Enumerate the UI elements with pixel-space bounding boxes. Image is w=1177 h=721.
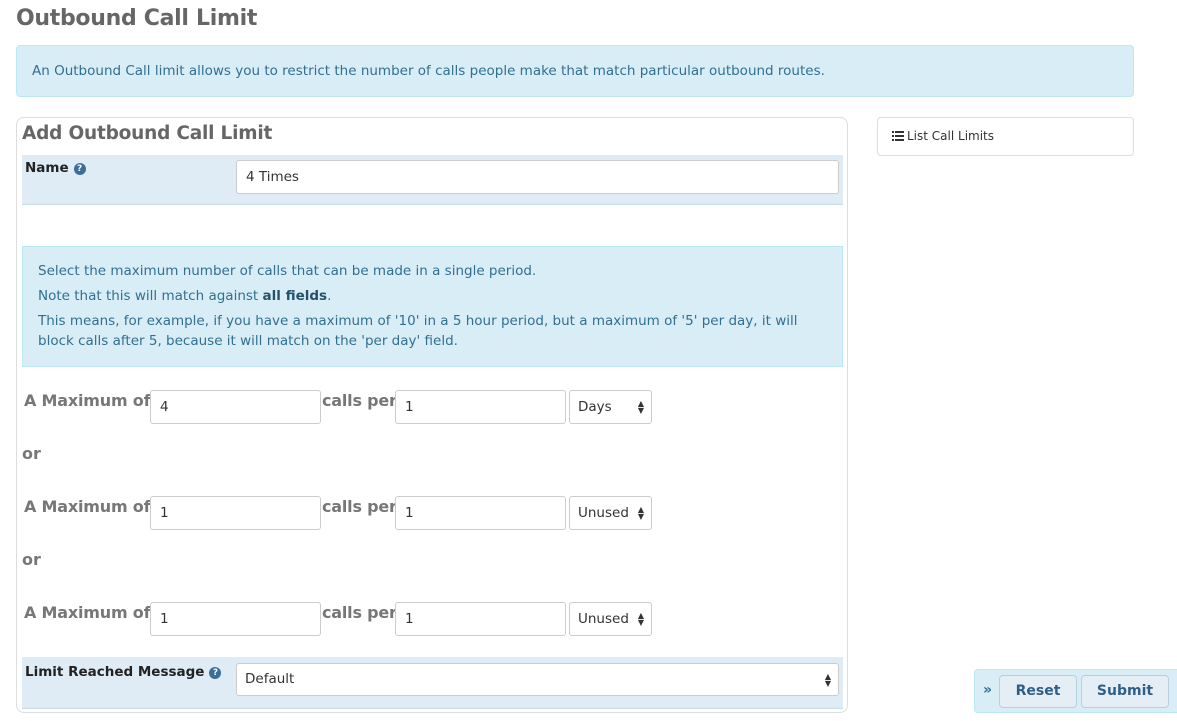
name-field-row: Name?: [22, 155, 843, 205]
side-panel: List Call Limits: [877, 117, 1134, 156]
question-circle-icon[interactable]: ?: [209, 667, 222, 679]
limits-note: Select the maximum number of calls that …: [22, 246, 843, 367]
note-line-3: This means, for example, if you have a m…: [38, 313, 798, 349]
name-label: Name?: [25, 160, 86, 176]
limit-row-2: A Maximum of calls per Unused ▲▼: [17, 491, 847, 530]
limit-row-3: A Maximum of calls per Unused ▲▼: [17, 597, 847, 636]
period-input[interactable]: [395, 602, 566, 636]
per-label: calls per: [322, 603, 397, 622]
note-line-2: Note that this will match against all fi…: [38, 288, 332, 304]
select-arrows-icon: ▲ ▼: [637, 399, 645, 415]
max-label: A Maximum of: [24, 603, 151, 622]
list-call-limits-link[interactable]: List Call Limits: [892, 129, 994, 144]
intro-alert: An Outbound Call limit allows you to res…: [16, 45, 1134, 97]
or-label: or: [22, 444, 41, 463]
name-input[interactable]: [236, 160, 839, 194]
double-chevron-right-icon[interactable]: »: [983, 682, 992, 698]
question-circle-icon[interactable]: ?: [73, 163, 86, 175]
or-label: or: [22, 550, 41, 569]
max-calls-input[interactable]: [150, 602, 321, 636]
period-input[interactable]: [395, 390, 566, 424]
page-title: Outbound Call Limit: [16, 6, 258, 31]
select-arrows-icon: ▲ ▼: [637, 611, 645, 627]
max-label: A Maximum of: [24, 497, 151, 516]
period-input[interactable]: [395, 496, 566, 530]
list-icon: [892, 130, 904, 144]
message-field-row: Limit Reached Message? Default ▲ ▼: [22, 657, 843, 709]
reset-button[interactable]: Reset: [999, 675, 1077, 708]
select-arrows-icon: ▲ ▼: [824, 672, 832, 688]
add-call-limit-form: Add Outbound Call Limit Name? Select the…: [16, 117, 848, 713]
message-select[interactable]: Default ▲ ▼: [236, 663, 839, 696]
max-calls-input[interactable]: [150, 496, 321, 530]
note-line-1: Select the maximum number of calls that …: [38, 263, 537, 279]
max-calls-input[interactable]: [150, 390, 321, 424]
period-unit-select[interactable]: Unused ▲ ▼: [569, 496, 652, 530]
action-bar: » Reset Submit: [974, 669, 1177, 713]
max-label: A Maximum of: [24, 391, 151, 410]
period-unit-select[interactable]: Days ▲ ▼: [569, 390, 652, 424]
intro-text: An Outbound Call limit allows you to res…: [32, 63, 825, 79]
submit-button[interactable]: Submit: [1081, 675, 1169, 708]
message-label: Limit Reached Message?: [25, 664, 222, 680]
limit-row-1: A Maximum of calls per Days ▲▼: [17, 385, 847, 424]
per-label: calls per: [322, 497, 397, 516]
form-title: Add Outbound Call Limit: [22, 123, 273, 144]
per-label: calls per: [322, 391, 397, 410]
period-unit-select[interactable]: Unused ▲ ▼: [569, 602, 652, 636]
select-arrows-icon: ▲ ▼: [637, 505, 645, 521]
